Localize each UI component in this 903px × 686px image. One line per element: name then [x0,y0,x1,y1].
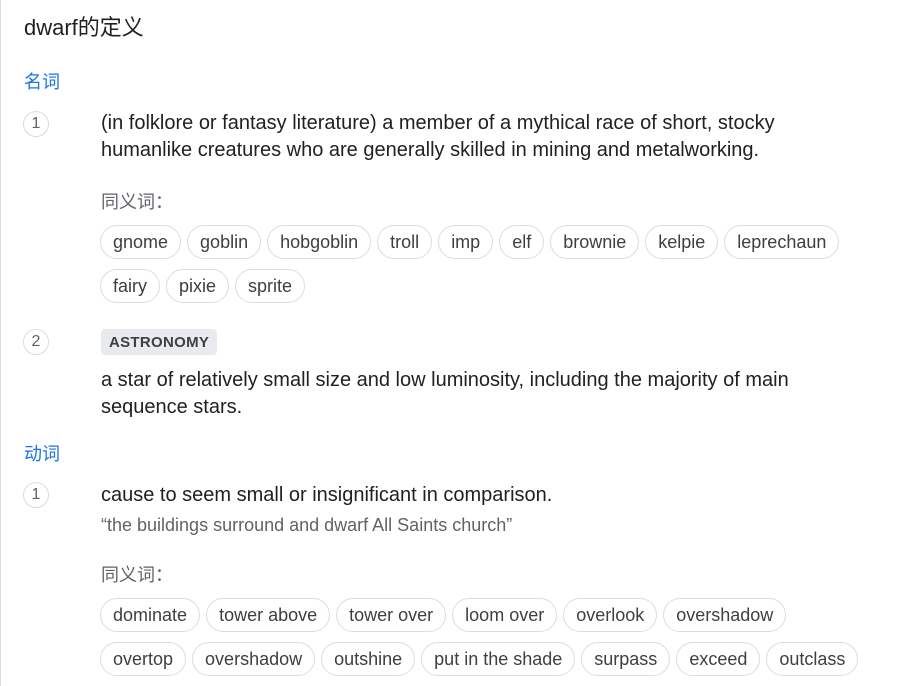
synonym-chip[interactable]: gnome [100,225,182,259]
synonym-chip[interactable]: exceed [676,642,761,676]
definition-text: (in folklore or fantasy literature) a me… [101,112,775,161]
synonym-chip[interactable]: tower above [206,598,331,632]
page-title: dwarf的定义 [24,15,144,40]
left-divider [0,0,1,686]
synonym-chip-row: dominate tower above tower over loom ove… [100,598,787,632]
synonyms-label: 同义词： [101,565,173,585]
sense-number: 2 [23,329,49,355]
synonym-chip-row: overtop overshadow outshine put in the s… [100,642,859,676]
synonym-chip[interactable]: brownie [550,225,640,259]
definition-text: cause to seem small or insignificant in … [101,484,553,506]
part-of-speech-verb: 动词 [24,444,60,464]
synonyms-label: 同义词： [101,192,173,212]
synonym-chip[interactable]: surpass [581,642,671,676]
synonym-chip-row: gnome goblin hobgoblin troll imp elf bro… [100,225,840,259]
sense-number: 1 [23,482,49,508]
part-of-speech-noun: 名词 [24,72,60,92]
synonym-chip[interactable]: overtop [100,642,187,676]
synonym-chip[interactable]: outclass [766,642,859,676]
synonym-chip[interactable]: tower over [336,598,447,632]
definition-text: a star of relatively small size and low … [101,369,789,418]
synonym-chip[interactable]: imp [438,225,494,259]
synonym-chip[interactable]: loom over [452,598,558,632]
synonym-chip[interactable]: goblin [187,225,262,259]
synonym-chip[interactable]: kelpie [645,225,719,259]
synonym-chip[interactable]: overshadow [192,642,316,676]
example-sentence: “the buildings surround and dwarf All Sa… [101,515,513,535]
synonym-chip-row: fairy pixie sprite [100,269,306,303]
sense-number: 1 [23,111,49,137]
synonym-chip[interactable]: leprechaun [724,225,840,259]
synonym-chip[interactable]: sprite [235,269,306,303]
synonym-chip[interactable]: dominate [100,598,201,632]
synonym-chip[interactable]: elf [499,225,545,259]
synonym-chip[interactable]: hobgoblin [267,225,372,259]
domain-tag: ASTRONOMY [101,329,218,355]
synonym-chip[interactable]: pixie [166,269,230,303]
synonym-chip[interactable]: troll [377,225,433,259]
synonym-chip[interactable]: fairy [100,269,161,303]
synonym-chip[interactable]: put in the shade [421,642,576,676]
synonym-chip[interactable]: overshadow [663,598,787,632]
synonym-chip[interactable]: overlook [563,598,658,632]
synonym-chip[interactable]: outshine [321,642,416,676]
